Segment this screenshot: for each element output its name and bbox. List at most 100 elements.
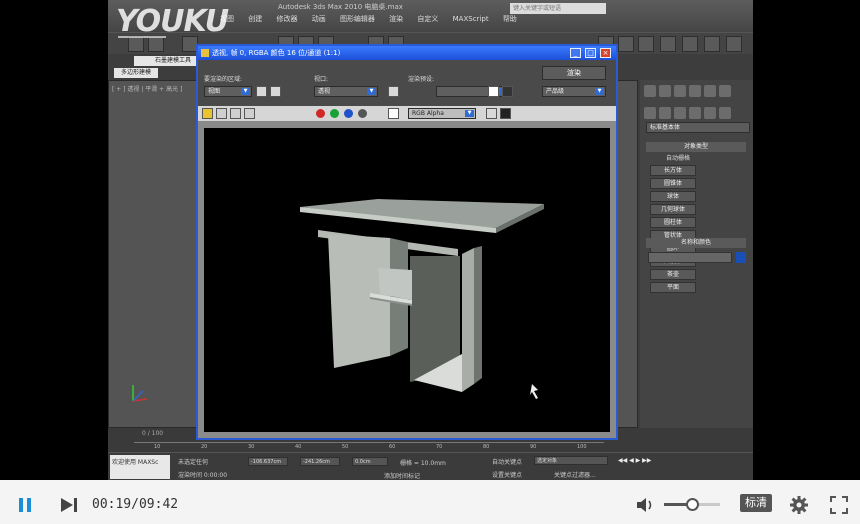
viewport-label: 视口: [314, 76, 329, 83]
close-icon[interactable]: × [600, 48, 611, 58]
render-window-title[interactable]: 透视, 帧 0, RGBA 颜色 16 位/通道 (1:1) [198, 46, 616, 60]
name-color-rollout[interactable]: 名称和颜色 [646, 238, 746, 248]
cameras-icon[interactable] [689, 107, 701, 119]
edit-region-icon[interactable] [256, 86, 267, 97]
autogrid-checkbox[interactable]: 自动栅格 [666, 153, 690, 162]
y-coordinate-field[interactable]: -241.26cm [300, 457, 340, 466]
max-search-box[interactable]: 键入关键字或短语 [510, 3, 606, 14]
menu-graph-editors[interactable]: 图形编辑器 [340, 15, 375, 23]
render-canvas-frame [198, 122, 616, 438]
volume-knob[interactable] [685, 498, 699, 511]
maximize-icon[interactable]: □ [585, 48, 596, 58]
z-coordinate-field[interactable]: 0.0cm [352, 457, 388, 466]
auto-key-button[interactable]: 自动关键点 [492, 457, 522, 466]
render-setup-icon[interactable] [618, 36, 634, 52]
max-app-title: Autodesk 3ds Max 2010 电脑桌.max [278, 3, 403, 11]
add-time-tag[interactable]: 添加时间标记 [384, 471, 420, 480]
object-color-swatch[interactable] [736, 252, 746, 263]
volume-icon[interactable] [634, 494, 656, 516]
render-production-icon[interactable] [726, 36, 742, 52]
menu-maxscript[interactable]: MAXScript [453, 15, 489, 23]
selection-status: 未选定任何 [178, 459, 209, 466]
object-type-rollout[interactable]: 对象类型 [646, 142, 746, 152]
clear-image-icon[interactable] [500, 108, 511, 119]
menu-animation[interactable]: 动画 [312, 15, 326, 23]
hierarchy-tab-icon[interactable] [674, 85, 686, 97]
render-image-toolbar: RGB Alpha ▼ [198, 106, 616, 122]
rendered-image[interactable] [204, 128, 610, 432]
auto-region-icon[interactable] [270, 86, 281, 97]
quick-render-icon[interactable] [682, 36, 698, 52]
helpers-icon[interactable] [704, 107, 716, 119]
display-tab-icon[interactable] [704, 85, 716, 97]
settings-icon[interactable] [788, 494, 810, 516]
cone-button[interactable]: 圆锥体 [650, 178, 696, 189]
sphere-button[interactable]: 球体 [650, 191, 696, 202]
background-color-swatch[interactable] [388, 108, 399, 119]
shapes-icon[interactable] [659, 107, 671, 119]
teapot-button[interactable]: 茶壶 [650, 269, 696, 280]
menu-modifiers[interactable]: 修改器 [276, 15, 297, 23]
spacewarps-icon[interactable] [719, 107, 731, 119]
render-button[interactable]: 渲染 [542, 66, 606, 80]
minimize-icon[interactable]: _ [570, 48, 581, 58]
utilities-tab-icon[interactable] [719, 85, 731, 97]
playback-controls-icon[interactable]: ◀◀ ◀ ▶ ▶▶ [618, 457, 651, 464]
green-channel-icon[interactable] [330, 109, 339, 118]
mono-toggle-icon[interactable] [486, 108, 497, 119]
modify-tab-icon[interactable] [659, 85, 671, 97]
fullscreen-icon[interactable] [828, 494, 850, 516]
quality-button[interactable]: 标清 [740, 494, 772, 512]
volume-slider[interactable] [664, 498, 720, 511]
selection-set-dropdown[interactable]: 选定对象 [534, 456, 608, 465]
clone-window-icon[interactable] [230, 108, 241, 119]
menu-help[interactable]: 帮助 [503, 15, 517, 23]
pause-icon[interactable] [14, 494, 36, 516]
menu-rendering[interactable]: 渲染 [389, 15, 403, 23]
lock-viewport-icon[interactable] [388, 86, 399, 97]
set-key-button[interactable]: 设置关键点 [492, 470, 522, 479]
timeline-ruler[interactable]: 10 20 30 40 50 60 70 80 90 100 [134, 442, 604, 451]
environment-icon[interactable] [704, 36, 720, 52]
primitive-type-dropdown[interactable]: 标准基本体 [646, 122, 750, 133]
production-dropdown[interactable]: 产品级 ▼ [542, 86, 606, 97]
teapot-window-icon [201, 49, 209, 57]
key-filters-button[interactable]: 关键点过滤器... [554, 470, 596, 479]
channel-display-dropdown[interactable]: RGB Alpha ▼ [408, 108, 476, 119]
geosphere-button[interactable]: 几何球体 [650, 204, 696, 215]
alpha-channel-icon[interactable] [358, 109, 367, 118]
save-image-icon[interactable] [202, 108, 213, 119]
blue-channel-icon[interactable] [344, 109, 353, 118]
rendered-frame-window[interactable]: 透视, 帧 0, RGBA 颜色 16 位/通道 (1:1) _ □ × 要渲染… [196, 44, 618, 440]
ribbon-polygon-modeling[interactable]: 多边形建模 [114, 68, 158, 78]
print-image-icon[interactable] [244, 108, 255, 119]
create-tab-icon[interactable] [644, 85, 656, 97]
red-channel-icon[interactable] [316, 109, 325, 118]
menu-customize[interactable]: 自定义 [417, 15, 438, 23]
geometry-icon[interactable] [644, 107, 656, 119]
youku-logo: YOUKU [116, 4, 229, 39]
menu-create[interactable]: 创建 [248, 15, 262, 23]
rendered-frame-icon[interactable] [638, 36, 654, 52]
environment-effects-icon[interactable] [502, 86, 513, 97]
viewport-label[interactable]: [ + ] 透视 | 平滑 + 高光 ] [112, 84, 182, 93]
axis-gizmo-icon [123, 381, 151, 409]
area-to-render-dropdown[interactable]: 视图 ▼ [204, 86, 252, 97]
copy-image-icon[interactable] [216, 108, 227, 119]
plane-button[interactable]: 平面 [650, 282, 696, 293]
x-coordinate-field[interactable]: -106.637cm [248, 457, 288, 466]
next-icon[interactable] [58, 494, 80, 516]
video-frame[interactable]: Autodesk 3ds Max 2010 电脑桌.max 键入关键字或短语 视… [0, 0, 860, 480]
maxscript-listener[interactable]: 欢迎使用 MAXSc [110, 455, 170, 479]
teapot-render-icon[interactable] [660, 36, 676, 52]
chevron-down-icon: ▼ [241, 88, 250, 95]
render-setup-icon[interactable] [488, 86, 499, 97]
cylinder-button[interactable]: 圆柱体 [650, 217, 696, 228]
viewport-dropdown[interactable]: 透视 ▼ [314, 86, 378, 97]
object-name-field[interactable] [648, 252, 732, 263]
box-button[interactable]: 长方体 [650, 165, 696, 176]
playback-time: 00:19/09:42 [92, 497, 179, 512]
status-bar: 欢迎使用 MAXSc 未选定任何 渲染时间 0:00:00 -106.637cm… [108, 452, 753, 480]
lights-icon[interactable] [674, 107, 686, 119]
motion-tab-icon[interactable] [689, 85, 701, 97]
